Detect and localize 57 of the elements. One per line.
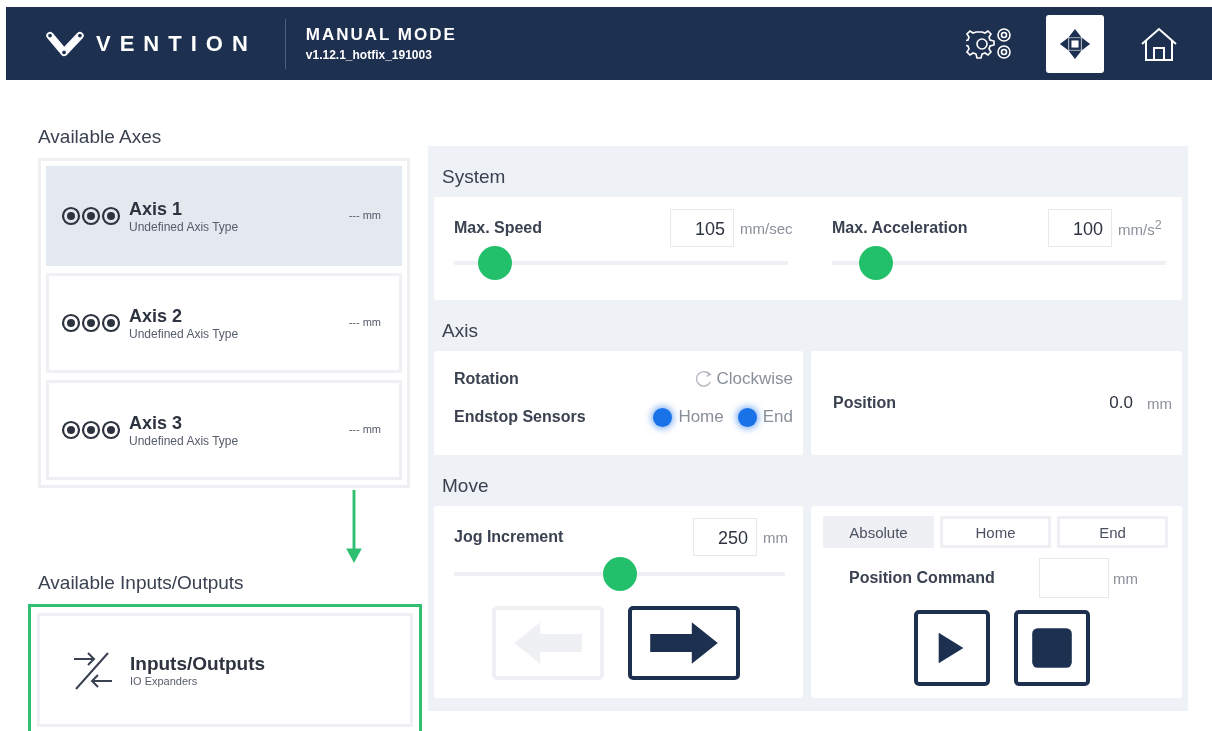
mode-tab[interactable]: Home	[940, 516, 1051, 548]
number-field[interactable]: 250	[693, 518, 757, 556]
axis-item[interactable]: Axis 2 Undefined Axis Type --- mm	[46, 273, 402, 373]
slider-thumb[interactable]	[602, 557, 637, 591]
logo-text: VENTION	[96, 30, 257, 57]
unit-label: mm	[763, 528, 789, 546]
field-label: Max. Acceleration	[832, 219, 968, 237]
unit-label: mm	[1147, 394, 1172, 412]
field-label: Max. Speed	[454, 219, 543, 237]
section-title: Axis	[441, 319, 479, 343]
axis-reading: --- mm	[348, 316, 381, 328]
motor-icon	[61, 313, 121, 333]
unit-label: mm/s$^{2}$	[1118, 218, 1163, 238]
home-icon	[1139, 25, 1179, 62]
axis-reading: --- mm	[348, 209, 381, 221]
play-button[interactable]	[913, 610, 990, 686]
axis-reading: --- mm	[348, 423, 381, 435]
io-item[interactable]: Inputs/Outputs IO Expanders	[37, 613, 413, 727]
field-label: Position	[833, 394, 897, 412]
io-subtitle: IO Expanders	[130, 675, 199, 687]
motor-icon	[61, 206, 121, 226]
stop-button[interactable]	[1013, 610, 1090, 686]
slider-thumb[interactable]	[478, 246, 512, 280]
stop-icon	[1029, 626, 1074, 670]
jog-button[interactable]	[1046, 14, 1104, 73]
unit-label: mm/sec	[740, 219, 794, 237]
section-title: System	[441, 165, 507, 189]
section-title: Move	[441, 474, 490, 498]
field-label: Endstop Sensors	[454, 408, 586, 426]
section-title: Available Inputs/Outputs	[38, 572, 245, 594]
axis-type: Undefined Axis Type	[129, 219, 239, 234]
rotate-icon	[695, 370, 714, 388]
field-label: Jog Increment	[454, 528, 564, 546]
axis-type: Undefined Axis Type	[129, 433, 239, 448]
position-input[interactable]	[1039, 558, 1109, 598]
unit-label: mm	[1113, 569, 1138, 587]
slider-thumb[interactable]	[859, 246, 893, 280]
section-title: Available Axes	[38, 126, 163, 148]
axis-item[interactable]: Axis 1 Undefined Axis Type --- mm	[46, 166, 402, 266]
axis-name: Axis 1	[129, 198, 184, 220]
axis-name: Axis 3	[129, 412, 184, 434]
version-text: v1.12.1_hotfix_191003	[305, 48, 433, 62]
sensor-label: End	[762, 407, 793, 427]
field-label: Rotation	[454, 370, 519, 388]
axis-item[interactable]: Axis 3 Undefined Axis Type --- mm	[46, 380, 402, 480]
motor-icon	[61, 420, 121, 440]
mode-tab[interactable]: End	[1057, 516, 1168, 548]
axis-type: Undefined Axis Type	[129, 326, 239, 341]
position-value: 0.0	[1109, 393, 1133, 413]
logo-icon	[46, 29, 84, 58]
mode-tab[interactable]: Absolute	[823, 516, 934, 548]
axis-name: Axis 2	[129, 305, 184, 327]
app-title: MANUAL MODE	[305, 25, 457, 45]
io-name: Inputs/Outputs	[130, 653, 266, 675]
jog-right-button[interactable]	[628, 606, 740, 680]
field-label: Position Command	[849, 569, 995, 587]
sensor-label: Home	[678, 407, 724, 427]
